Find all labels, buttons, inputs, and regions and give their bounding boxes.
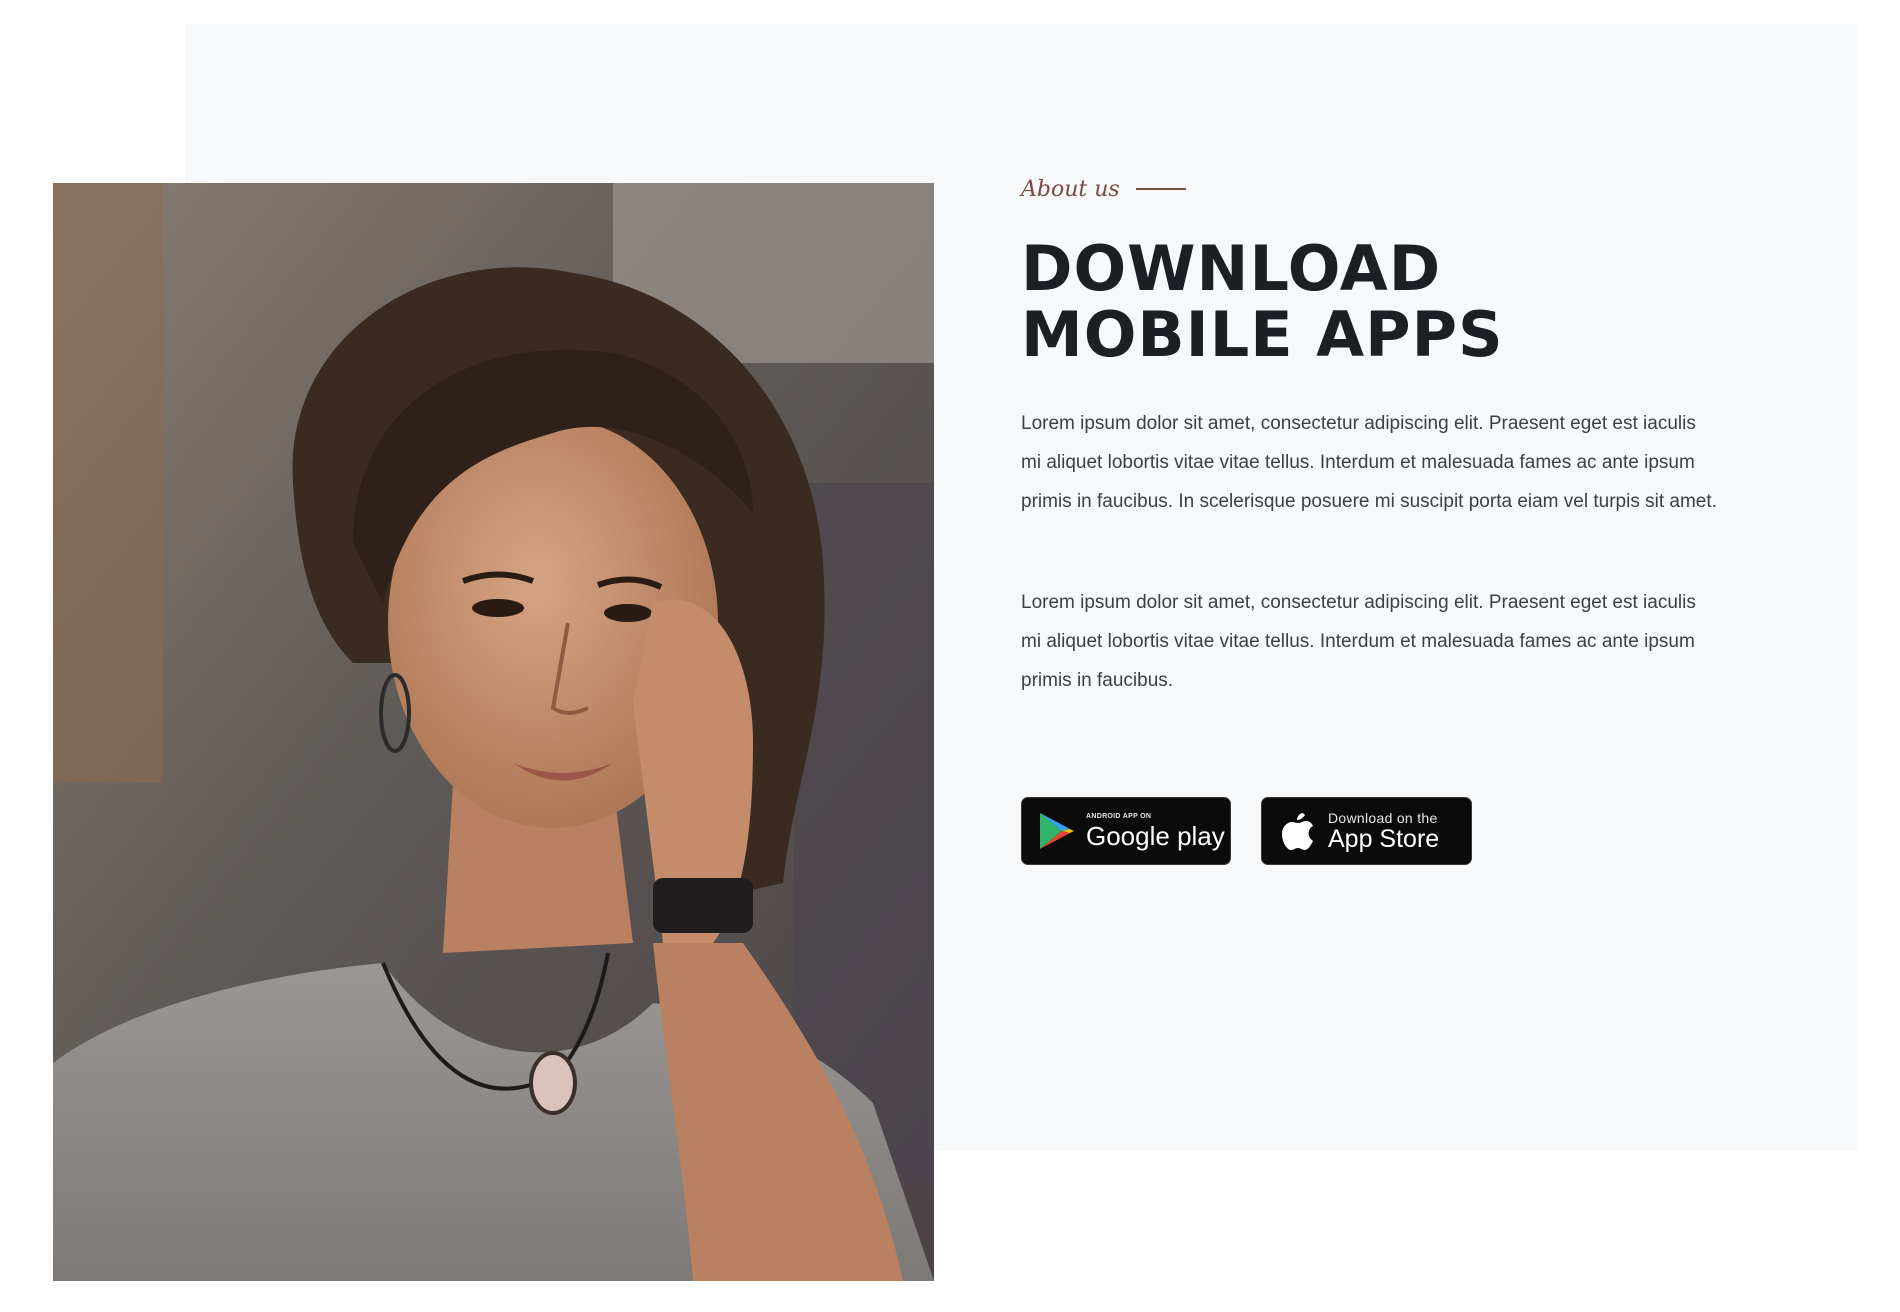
- section-title: DOWNLOAD MOBILE APPS: [1021, 236, 1741, 368]
- google-play-small-text: ANDROID APP ON: [1086, 813, 1152, 820]
- title-line-2: MOBILE APPS: [1021, 298, 1504, 371]
- eyebrow-label: About us: [1021, 176, 1120, 202]
- google-play-text: ANDROID APP ON Google play: [1086, 813, 1225, 849]
- store-buttons: ANDROID APP ON Google play Download on t…: [1021, 797, 1472, 865]
- paragraph-2: Lorem ipsum dolor sit amet, consectetur …: [1021, 592, 1696, 691]
- google-play-big-text: Google play: [1086, 821, 1225, 851]
- about-section: About us DOWNLOAD MOBILE APPS Lorem ipsu…: [0, 0, 1900, 1312]
- portrait-illustration: [53, 183, 934, 1281]
- title-line-1: DOWNLOAD: [1021, 232, 1442, 305]
- apple-icon: [1282, 813, 1313, 850]
- app-store-small-text: Download on the: [1328, 809, 1438, 826]
- app-store-button[interactable]: Download on the App Store: [1261, 797, 1472, 865]
- paragraph-1: Lorem ipsum dolor sit amet, consectetur …: [1021, 413, 1717, 512]
- app-store-text: Download on the App Store: [1328, 811, 1439, 852]
- eyebrow-divider: [1135, 188, 1186, 190]
- about-content: About us DOWNLOAD MOBILE APPS Lorem ipsu…: [1021, 172, 1741, 700]
- google-play-icon: [1040, 813, 1074, 849]
- portrait-photo: [53, 183, 934, 1281]
- google-play-button[interactable]: ANDROID APP ON Google play: [1021, 797, 1231, 865]
- app-store-big-text: App Store: [1328, 824, 1440, 853]
- eyebrow: About us: [1021, 172, 1741, 206]
